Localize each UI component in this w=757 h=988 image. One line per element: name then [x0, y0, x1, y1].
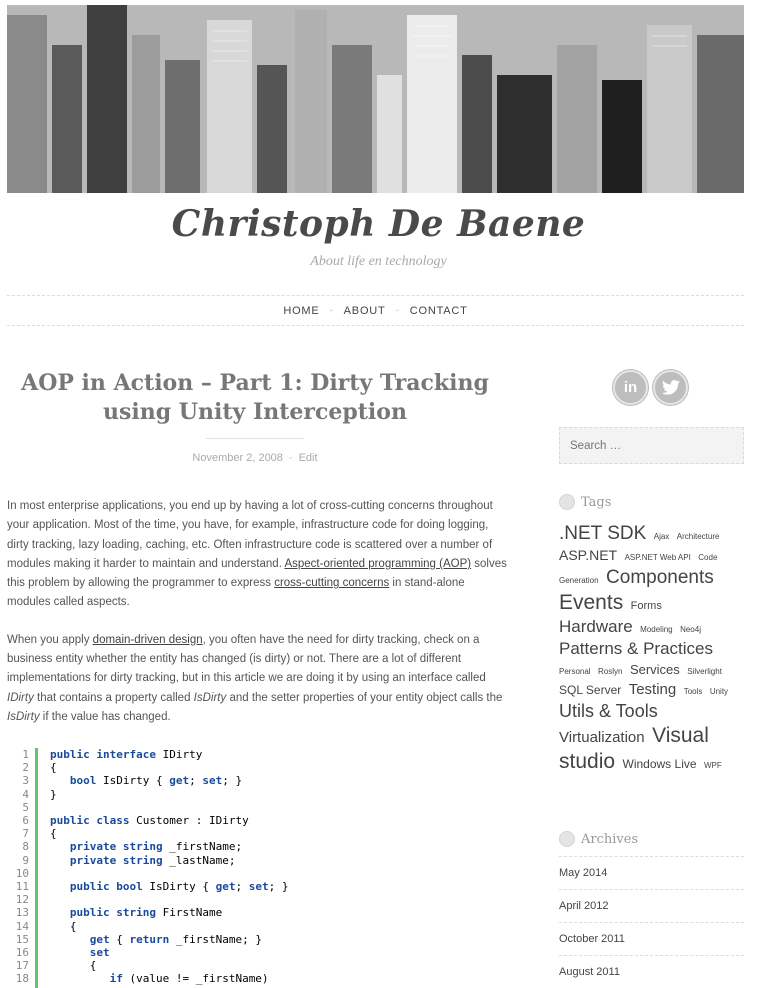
code-line-number: 18 — [15, 972, 29, 986]
code-line-number: 12 — [15, 893, 29, 907]
code-line: get { return _firstName; } — [89, 932, 262, 946]
code-line-numbers: 1 2 3 4 5 6 7 8 9 10 11 12 13 14 15 16 17 18 — [10, 748, 38, 988]
tag-link[interactable]: Roslyn — [598, 667, 622, 676]
tag-link[interactable]: Tools — [684, 687, 703, 696]
nav-home[interactable]: HOME — [283, 305, 319, 317]
meta-separator: · — [288, 452, 293, 464]
code-line-number: 6 — [22, 814, 29, 828]
tag-link[interactable]: Unity — [710, 687, 728, 696]
code-block: 1 2 3 4 5 6 7 8 9 10 11 12 13 14 15 16 17 18 public inter… — [10, 748, 504, 988]
code-line: set — [89, 946, 110, 960]
code-line: { — [50, 959, 97, 973]
tag-link[interactable]: Events — [559, 591, 623, 614]
tag-link[interactable]: Hardware — [559, 617, 633, 636]
tag-link[interactable]: WPF — [704, 761, 722, 770]
tag-link[interactable]: Forms — [631, 600, 662, 612]
code-line-number: 2 — [22, 761, 29, 775]
site-title[interactable]: Christoph De Baene — [0, 203, 757, 245]
code-line-number: 15 — [15, 932, 29, 946]
post-title: AOP in Action – Part 1: Dirty Tracking u… — [21, 370, 489, 425]
nav-contact[interactable]: CONTACT — [410, 305, 468, 317]
tag-link[interactable]: Silverlight — [687, 667, 722, 676]
archive-link[interactable]: May 2014 — [559, 856, 744, 889]
code-line: bool IsDirty { get; set; } — [69, 774, 243, 788]
tag-link[interactable]: Neo4j — [680, 625, 701, 634]
search-input[interactable] — [559, 427, 744, 464]
paragraph-1: In most enterprise applications, you end… — [7, 500, 507, 609]
code-line: if (value != _firstName) — [109, 972, 269, 986]
tag-link[interactable]: .NET SDK — [559, 523, 646, 544]
code-line-number: 9 — [22, 853, 29, 867]
tag-cloud: .NET SDK Ajax Architecture ASP.NET ASP.N… — [559, 522, 745, 775]
code-line: public string FirstName — [69, 906, 223, 920]
main-nav: HOME · ABOUT · CONTACT — [7, 295, 744, 326]
tag-link[interactable]: ASP.NET Web API — [625, 553, 691, 562]
post-content: In most enterprise applications, you end… — [7, 497, 507, 745]
tag-link[interactable]: Utils & Tools — [559, 701, 658, 721]
code-line-number: 4 — [22, 787, 29, 801]
code-line: private string _firstName; — [69, 840, 243, 854]
nav-about[interactable]: ABOUT — [344, 305, 386, 317]
city-skyline-image — [7, 5, 744, 193]
tag-link[interactable]: Components — [606, 567, 714, 588]
code-line: private string _lastName; — [69, 853, 236, 867]
code-lines[interactable]: public interface IDirty{ bool IsDirty { … — [38, 748, 288, 988]
archive-link[interactable]: April 2012 — [559, 889, 744, 922]
code-line-number: 8 — [22, 840, 29, 854]
code-line: { — [50, 761, 57, 775]
tag-link[interactable]: Ajax — [654, 532, 670, 541]
header-image — [7, 5, 744, 193]
nav-separator: · — [329, 305, 334, 316]
post-meta: November 2, 2008 · Edit — [7, 452, 503, 464]
twitter-icon[interactable] — [653, 370, 688, 405]
code-line-number: 16 — [15, 946, 29, 960]
code-line-number: 1 — [22, 748, 29, 761]
linkedin-icon[interactable]: in — [613, 370, 648, 405]
tag-link[interactable]: ASP.NET — [559, 547, 617, 563]
archive-icon — [559, 831, 575, 847]
tag-link[interactable]: Windows Live — [623, 757, 697, 771]
social-links: in — [613, 370, 688, 405]
code-line: public interface IDirty — [50, 748, 203, 761]
code-line-number: 7 — [22, 827, 29, 841]
code-line-number: 11 — [15, 880, 29, 894]
archive-link[interactable]: October 2011 — [559, 922, 744, 955]
archives-widget-title: Archives — [559, 831, 638, 847]
tag-link[interactable]: Virtualization — [559, 729, 645, 746]
code-line-number: 10 — [15, 866, 29, 880]
nav-separator: · — [395, 305, 400, 316]
archive-link[interactable]: August 2011 — [559, 955, 744, 988]
tag-link[interactable]: Services — [630, 662, 680, 677]
tags-widget-title: Tags — [559, 494, 611, 510]
tag-link[interactable]: Testing — [629, 681, 677, 698]
site-description: About life en technology — [310, 254, 447, 269]
code-line: { — [50, 919, 77, 933]
archives-list: May 2014 April 2012 October 2011 August 201… — [559, 856, 744, 988]
code-line-number: 5 — [22, 800, 29, 814]
edit-link[interactable]: Edit — [299, 452, 318, 464]
code-line: } — [50, 787, 57, 801]
code-line-number: 13 — [15, 906, 29, 920]
cross-cutting-concerns-link[interactable]: cross-cutting concerns — [274, 577, 389, 589]
tag-link[interactable]: Architecture — [677, 532, 720, 541]
domain-driven-design-link[interactable]: domain-driven design — [93, 634, 203, 646]
tag-link[interactable]: Patterns & Practices — [559, 639, 713, 658]
tag-link[interactable]: Personal — [559, 667, 591, 676]
code-line-number: 14 — [15, 919, 29, 933]
code-line-number: 17 — [15, 959, 29, 973]
code-line: { — [50, 827, 57, 841]
paragraph-2: When you apply domain-driven design, you… — [7, 633, 503, 723]
post-date[interactable]: November 2, 2008 — [192, 452, 283, 464]
code-line: public bool IsDirty { get; set; } — [69, 880, 289, 894]
code-line: public class Customer : IDirty — [50, 814, 249, 828]
code-line-number: 3 — [22, 774, 29, 788]
title-divider — [206, 438, 304, 439]
aop-link[interactable]: Aspect-oriented programming (AOP) — [284, 558, 471, 570]
tag-link[interactable]: SQL Server — [559, 683, 621, 697]
tag-link[interactable]: Modeling — [640, 625, 672, 634]
tag-icon — [559, 494, 575, 510]
